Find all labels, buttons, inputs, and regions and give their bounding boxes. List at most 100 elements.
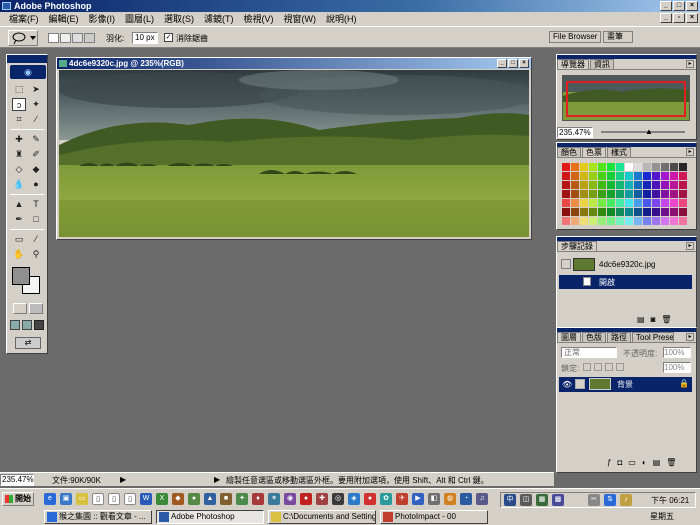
swatch[interactable] [571, 181, 579, 189]
quick-mask-icon[interactable] [29, 303, 43, 314]
swatch[interactable] [625, 217, 633, 225]
swatch[interactable] [652, 199, 660, 207]
swatch[interactable] [589, 217, 597, 225]
lasso-tool-icon[interactable]: ↄ [12, 98, 26, 111]
antialias-checkbox[interactable]: ✓ [164, 33, 173, 42]
swatch[interactable] [643, 172, 651, 180]
layer-brush-icon[interactable] [575, 379, 585, 389]
swatch[interactable] [598, 190, 606, 198]
swatch[interactable] [634, 163, 642, 171]
swatch[interactable] [589, 172, 597, 180]
swatch[interactable] [634, 199, 642, 207]
type-icon[interactable]: T [29, 198, 43, 211]
swatch[interactable] [643, 199, 651, 207]
zoom-slider-thumb-icon[interactable]: ▲ [645, 127, 653, 136]
intersect-selection-button[interactable] [84, 33, 95, 43]
swatch[interactable] [652, 181, 660, 189]
swatch[interactable] [643, 208, 651, 216]
swatch[interactable] [670, 172, 678, 180]
start-button[interactable]: 開始 [2, 492, 34, 506]
swatch[interactable] [661, 181, 669, 189]
quicklaunch-app1-icon[interactable]: ◆ [172, 493, 184, 505]
swatch[interactable] [589, 190, 597, 198]
tab-color[interactable]: 顏色 [557, 147, 581, 157]
screen-mode-standard-icon[interactable] [10, 320, 20, 330]
menu-select[interactable]: 選取(S) [159, 12, 199, 26]
swatch[interactable] [679, 199, 687, 207]
taskbar-item-forum[interactable]: 猴之集園 :: 觀看文章 - ... [44, 510, 152, 524]
history-brush-source-icon[interactable] [561, 259, 571, 269]
swatch[interactable] [643, 217, 651, 225]
swatch[interactable] [625, 190, 633, 198]
file-browser-tab[interactable]: File Browser [549, 31, 602, 43]
swatch[interactable] [562, 199, 570, 207]
quicklaunch-app3-icon[interactable]: ▲ [204, 493, 216, 505]
navigator-thumbnail[interactable] [562, 75, 690, 121]
swatch[interactable] [580, 181, 588, 189]
swatch[interactable] [625, 208, 633, 216]
swatch-grid[interactable] [562, 163, 688, 225]
new-snapshot-icon[interactable]: ◙ [651, 315, 656, 325]
quicklaunch-app4-icon[interactable]: ■ [220, 493, 232, 505]
brushes-tab[interactable]: 畫筆 [603, 31, 633, 43]
quicklaunch-app17-icon[interactable]: ◧ [428, 493, 440, 505]
swatch[interactable] [634, 181, 642, 189]
quicklaunch-doc-icon[interactable]: ▯ [92, 493, 104, 505]
swatch[interactable] [562, 181, 570, 189]
swatch[interactable] [679, 208, 687, 216]
swatch[interactable] [607, 199, 615, 207]
quicklaunch-word-icon[interactable]: W [140, 493, 152, 505]
swatch[interactable] [616, 199, 624, 207]
quicklaunch-ie-icon[interactable]: e [44, 493, 56, 505]
quicklaunch-app9-icon[interactable]: ● [300, 493, 312, 505]
swatch[interactable] [562, 208, 570, 216]
landscape-photo[interactable] [59, 70, 529, 237]
tab-layers[interactable]: 圖層 [557, 332, 581, 342]
swatch[interactable] [580, 208, 588, 216]
snapshot-name[interactable]: 4dc6e9320c.jpg [599, 260, 656, 269]
swatch[interactable] [598, 217, 606, 225]
swatch[interactable] [616, 163, 624, 171]
quicklaunch-app18-icon[interactable]: ◍ [444, 493, 456, 505]
marquee-icon[interactable]: ⬚ [12, 83, 26, 96]
swatch[interactable] [670, 163, 678, 171]
history-state-row[interactable]: 開啟 [559, 275, 692, 289]
swatch[interactable] [616, 172, 624, 180]
taskbar-item-explorer[interactable]: C:\Documents and Setting... [268, 510, 376, 524]
layer-style-icon[interactable]: ƒ [607, 458, 611, 467]
swatch[interactable] [661, 172, 669, 180]
quicklaunch-app14-icon[interactable]: ✿ [380, 493, 392, 505]
new-selection-button[interactable] [48, 33, 59, 43]
doc-size-info[interactable]: 文件:90K/90K [52, 475, 101, 486]
opacity-field[interactable]: 100% [663, 347, 691, 358]
layer-mask-icon[interactable]: ◘ [617, 458, 622, 467]
quicklaunch-app2-icon[interactable]: ● [188, 493, 200, 505]
delete-layer-icon[interactable]: 🗑 [666, 458, 676, 467]
zoom-icon[interactable]: ⚲ [29, 248, 43, 261]
paint-bucket-icon[interactable]: ◆ [29, 163, 43, 176]
swatch[interactable] [679, 181, 687, 189]
taskbar-item-photoshop[interactable]: Adobe Photoshop [156, 510, 264, 524]
maximize-button[interactable]: □ [673, 1, 685, 11]
swatch[interactable] [625, 181, 633, 189]
doc-minimize-button[interactable]: _ [660, 13, 672, 23]
quicklaunch-app19-icon[interactable]: ◔ [460, 493, 472, 505]
swatch[interactable] [661, 208, 669, 216]
quicklaunch-app15-icon[interactable]: ✈ [396, 493, 408, 505]
menu-filter[interactable]: 濾鏡(T) [199, 12, 239, 26]
lock-position-icon[interactable] [605, 363, 613, 371]
quicklaunch-app16-icon[interactable]: ▶ [412, 493, 424, 505]
swatch[interactable] [634, 190, 642, 198]
notes-icon[interactable]: ▭ [12, 233, 26, 246]
quicklaunch-app11-icon[interactable]: ◎ [332, 493, 344, 505]
swatch[interactable] [571, 199, 579, 207]
magic-wand-icon[interactable]: ✦ [29, 98, 43, 111]
status-zoom-field[interactable]: 235.47% [0, 474, 34, 486]
quicklaunch-excel-icon[interactable]: X [156, 493, 168, 505]
swatch[interactable] [661, 199, 669, 207]
swatch[interactable] [580, 199, 588, 207]
tray-ime-icon[interactable]: 中 [504, 494, 516, 506]
swatch[interactable] [607, 181, 615, 189]
tray-app2-icon[interactable]: ▦ [536, 494, 548, 506]
swatch[interactable] [652, 190, 660, 198]
